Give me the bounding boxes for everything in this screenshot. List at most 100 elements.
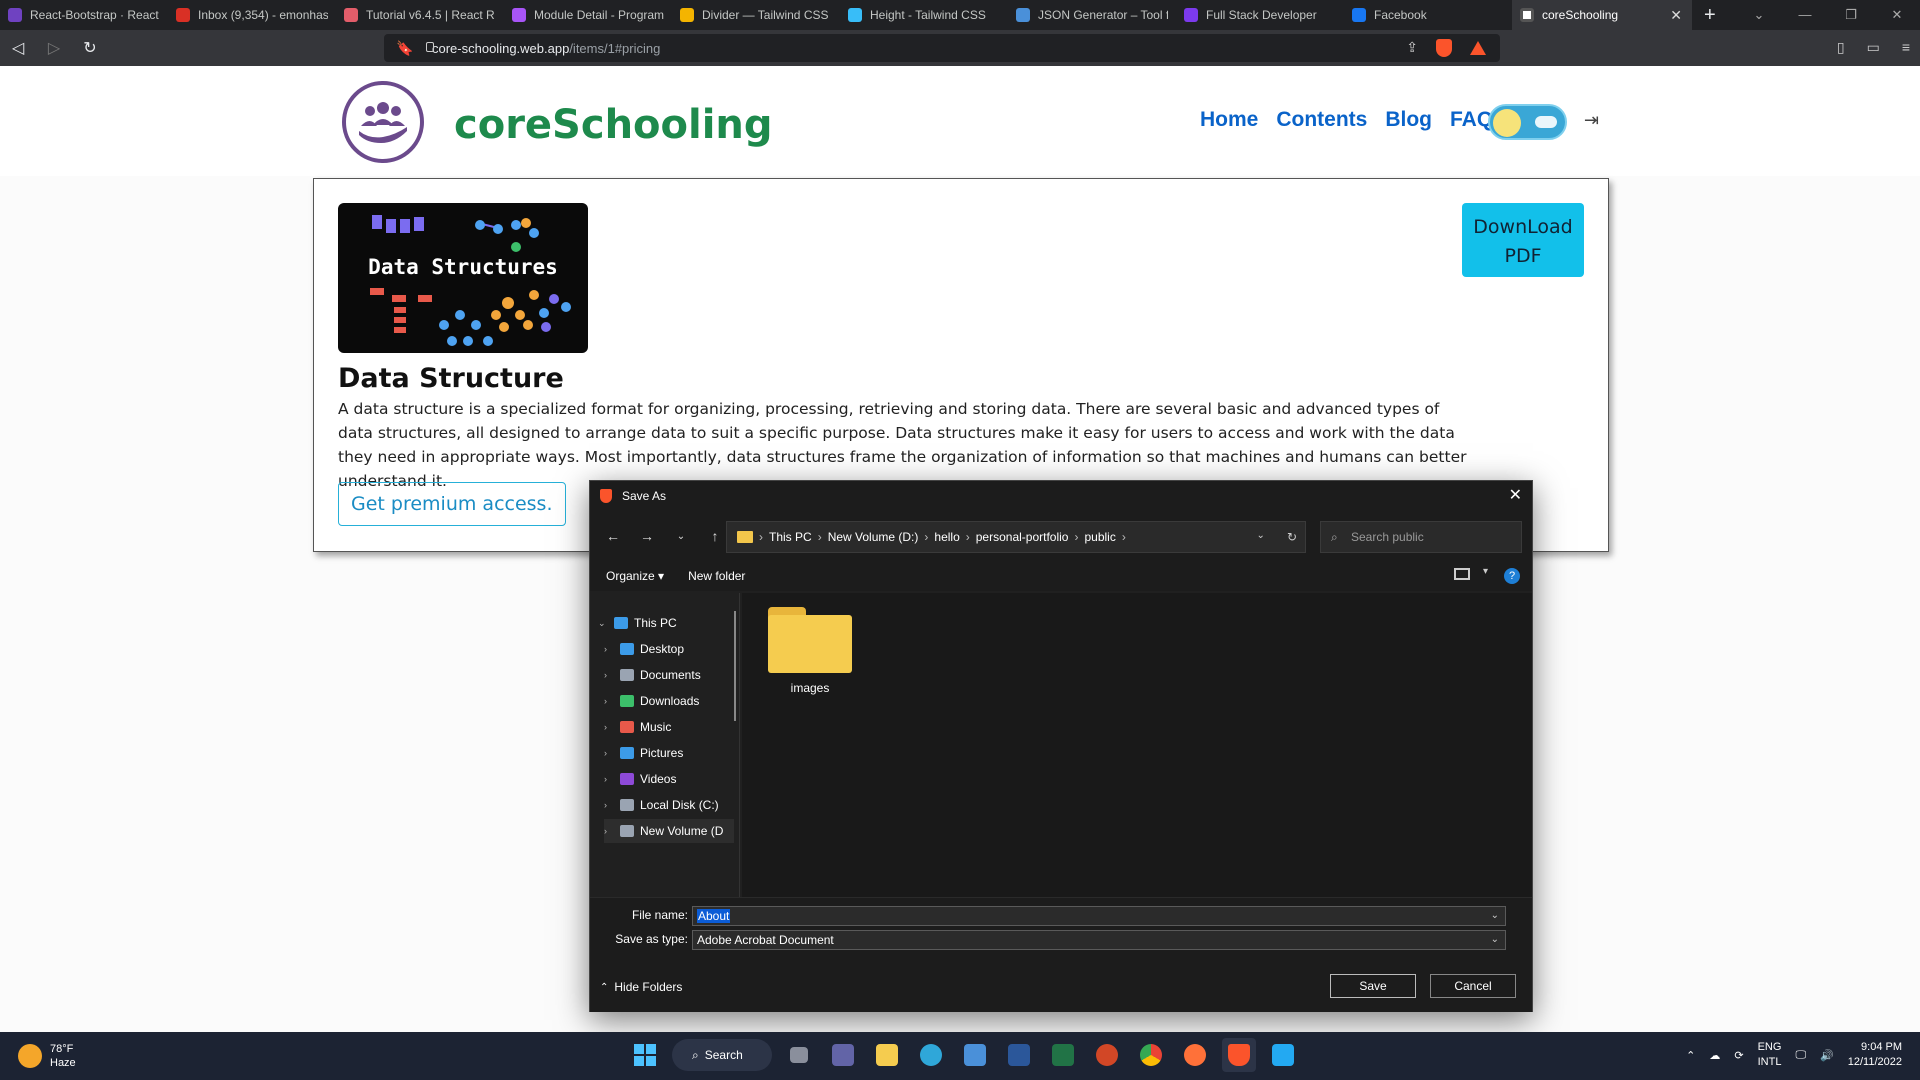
clock[interactable]: 9:04 PM 12/11/2022 [1848,1040,1902,1070]
brave-shields-icon[interactable] [1436,39,1452,57]
chevron-right-icon[interactable]: › [604,696,616,706]
forward-icon[interactable]: ▷ [36,38,72,58]
refresh-icon[interactable]: ↻ [1287,530,1297,544]
browser-tab[interactable]: Height - Tailwind CSS [840,0,1008,30]
tab-active[interactable]: coreSchooling ✕ [1512,0,1692,30]
tree-item[interactable]: › Downloads [604,689,734,713]
crumb-new-volume[interactable]: New Volume (D:) [828,530,919,544]
back-arrow-icon[interactable]: ← [596,528,630,544]
start-icon[interactable] [628,1038,662,1072]
tree-item[interactable]: › Music [604,715,734,739]
tree-item[interactable]: › Pictures [604,741,734,765]
chevron-right-icon[interactable]: › [604,800,616,810]
site-logo[interactable] [342,81,424,163]
back-icon[interactable]: ◁ [0,38,36,58]
excel-icon[interactable] [1046,1038,1080,1072]
folder-label[interactable]: images [768,681,852,695]
cancel-button[interactable]: Cancel [1430,974,1516,998]
browser-tab[interactable]: Divider — Tailwind CSS [672,0,840,30]
nav-contents[interactable]: Contents [1276,108,1367,132]
save-button[interactable]: Save [1330,974,1416,998]
crumb-personal-portfolio[interactable]: personal-portfolio [976,530,1069,544]
wallet-icon[interactable]: ▭ [1867,39,1880,56]
firefox-icon[interactable] [1178,1038,1212,1072]
browser-tab[interactable]: Tutorial v6.4.5 | React R [336,0,504,30]
brave-rewards-icon[interactable] [1470,41,1486,55]
path-bar[interactable]: › This PC › New Volume (D:) › hello › pe… [726,521,1306,553]
store-icon[interactable] [958,1038,992,1072]
tree-item[interactable]: › Videos [604,767,734,791]
tree-item[interactable]: › Documents [604,663,734,687]
recent-locations-icon[interactable]: ⌄ [664,531,698,542]
minimize-icon[interactable]: — [1782,0,1828,30]
restore-icon[interactable]: ❐ [1828,0,1874,30]
browser-tab[interactable]: Facebook [1344,0,1512,30]
chevron-down-icon[interactable]: ⌄ [598,618,610,629]
chevron-right-icon[interactable]: › [604,774,616,784]
chevron-right-icon[interactable]: › [604,670,616,680]
edge-icon[interactable] [914,1038,948,1072]
new-tab-button[interactable]: + [1704,4,1716,27]
chevron-right-icon[interactable]: › [604,826,616,836]
forward-arrow-icon[interactable]: → [630,528,664,544]
browser-tab[interactable]: Full Stack Developer [1176,0,1344,30]
browser-tab[interactable]: JSON Generator – Tool f [1008,0,1176,30]
task-view-icon[interactable] [782,1038,816,1072]
save-type-dropdown-icon[interactable]: ⌄ [1491,931,1499,949]
chevron-right-icon[interactable]: › [604,644,616,654]
vscode-icon[interactable] [1266,1038,1300,1072]
search-input[interactable]: ⌕ Search public [1320,521,1522,553]
file-name-field[interactable]: About ⌄ [692,906,1506,926]
nav-home[interactable]: Home [1200,108,1258,132]
path-dropdown-icon[interactable]: ⌄ [1257,530,1265,544]
help-icon[interactable]: ? [1504,568,1520,584]
menu-icon[interactable]: ≡ [1902,39,1910,56]
tree-item[interactable]: › Desktop [604,637,734,661]
share-icon[interactable]: ⇪ [1406,39,1418,57]
site-title[interactable]: coreSchooling [454,102,773,148]
new-folder-button[interactable]: New folder [688,569,745,583]
tree-item[interactable]: ⌄ This PC [598,611,734,635]
tab-search-icon[interactable]: ⌄ [1736,0,1782,30]
navigation-scrollbar[interactable] [734,611,736,721]
onedrive-icon[interactable]: ☁ [1709,1049,1720,1062]
tree-item[interactable]: › New Volume (D [604,819,734,843]
network-icon[interactable]: 🖵 [1795,1049,1806,1062]
sidebar-icon[interactable]: ▯ [1837,39,1845,56]
address-bar[interactable]: 🔖 core-schooling.web.app/items/1#pricing… [384,34,1500,62]
tree-item[interactable]: › Local Disk (C:) [604,793,734,817]
reload-icon[interactable]: ↻ [72,38,108,58]
theme-toggle[interactable] [1488,104,1567,140]
word-icon[interactable] [1002,1038,1036,1072]
chevron-right-icon[interactable]: › [604,722,616,732]
browser-tab[interactable]: React-Bootstrap · React [0,0,168,30]
close-tab-icon[interactable]: ✕ [1670,7,1682,24]
crumb-hello[interactable]: hello [934,530,959,544]
teams-chat-icon[interactable] [826,1038,860,1072]
close-window-icon[interactable]: ✕ [1874,0,1920,30]
nav-blog[interactable]: Blog [1385,108,1432,132]
file-explorer-icon[interactable] [870,1038,904,1072]
crumb-public[interactable]: public [1084,530,1115,544]
browser-tab[interactable]: Inbox (9,354) - emonhas [168,0,336,30]
brave-taskbar-icon[interactable] [1222,1038,1256,1072]
sync-icon[interactable]: ⟳ [1734,1049,1743,1062]
view-icon[interactable] [1454,568,1470,580]
chrome-icon[interactable] [1134,1038,1168,1072]
powerpoint-icon[interactable] [1090,1038,1124,1072]
language-indicator[interactable]: ENG INTL [1758,1040,1782,1070]
organize-button[interactable]: Organize ▾ [606,569,664,583]
login-icon[interactable]: ⇥ [1584,110,1599,131]
volume-icon[interactable]: 🔊 [1820,1049,1834,1062]
view-dropdown-icon[interactable]: ▾ [1483,566,1488,577]
hide-folders-button[interactable]: ⌃ Hide Folders [600,980,682,994]
file-name-dropdown-icon[interactable]: ⌄ [1491,907,1499,925]
images-folder[interactable] [768,607,852,673]
show-hidden-icons-icon[interactable]: ⌃ [1686,1049,1695,1062]
save-type-select[interactable]: Adobe Acrobat Document ⌄ [692,930,1506,950]
dialog-close-icon[interactable]: ✕ [1509,485,1522,505]
weather-widget[interactable]: 78°F Haze [18,1042,76,1070]
crumb-this-pc[interactable]: This PC [769,530,812,544]
bookmark-icon[interactable]: 🔖 [396,40,413,57]
taskbar-search[interactable]: ⌕ Search [672,1039,772,1071]
